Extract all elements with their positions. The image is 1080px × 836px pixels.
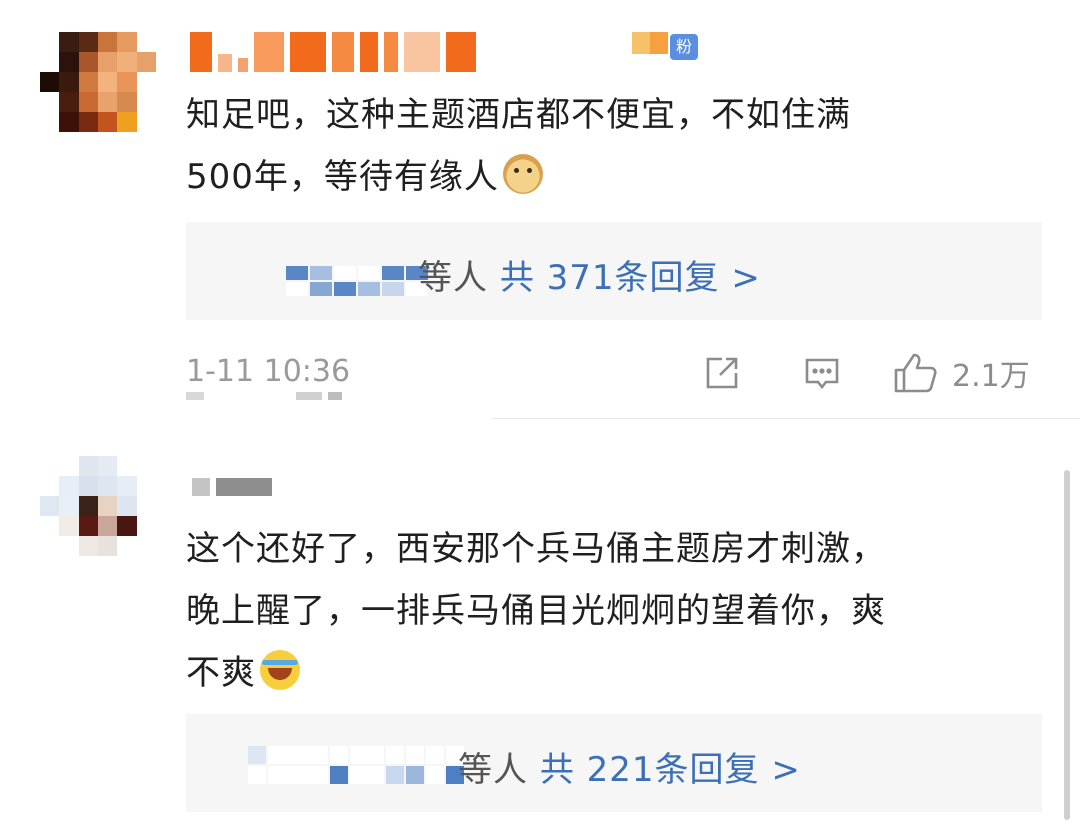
comment-text: 这个还好了，西安那个兵马俑主题房才刺激， 晚上醒了，一排兵马俑目光炯炯的望着你，… (186, 518, 1046, 704)
doge-emoji-icon (502, 154, 543, 194)
timestamp: 1-11 10:36 (186, 354, 351, 389)
view-replies-link[interactable]: 共 371条回复 > (500, 258, 761, 298)
username-mosaic[interactable] (190, 32, 476, 72)
reply-summary[interactable]: 等人 共 221条回复 > (458, 742, 801, 791)
share-button[interactable] (702, 350, 742, 396)
view-replies-link[interactable]: 共 221条回复 > (540, 750, 801, 790)
comment-meta: 1-11 10:36 2.1万 (186, 350, 1046, 400)
comment-text-line-content: 不爽 (186, 653, 256, 693)
reply-label: 等人 (458, 750, 528, 790)
scrollbar[interactable] (1064, 470, 1070, 820)
comment-icon (805, 358, 839, 390)
comment-text-line: 知足吧，这种主题酒店都不便宜，不如住满 (186, 95, 851, 135)
reply-summary[interactable]: 等人 共 371条回复 > (418, 250, 761, 299)
comment-text-line: 500年，等待有缘人 (186, 146, 1046, 208)
thumbs-up-icon (894, 353, 937, 393)
avatar[interactable] (40, 456, 156, 556)
comment-button[interactable] (802, 350, 842, 396)
fan-badge-mosaic (632, 32, 668, 54)
reply-label: 等人 (418, 258, 488, 298)
fan-badge: 粉 (670, 34, 699, 60)
avatar[interactable] (40, 32, 156, 132)
username-mosaic[interactable] (192, 478, 272, 496)
like-button[interactable]: 2.1万 (892, 350, 1030, 396)
location-mosaic (186, 392, 342, 400)
comment-text-line: 不爽 (186, 642, 1046, 704)
reply-preview-box[interactable]: 等人 共 371条回复 > (186, 222, 1042, 320)
comment-text-line: 这个还好了，西安那个兵马俑主题房才刺激， (186, 529, 886, 569)
laugh-cry-emoji-icon (260, 650, 300, 690)
like-count: 2.1万 (952, 359, 1030, 394)
comment-text: 知足吧，这种主题酒店都不便宜，不如住满 500年，等待有缘人 (186, 84, 1046, 208)
comment-text-line: 晚上醒了，一排兵马俑目光炯炯的望着你，爽 (186, 591, 886, 631)
divider (492, 418, 1080, 419)
reply-preview-box[interactable]: 等人 共 221条回复 > (186, 714, 1042, 812)
share-icon (706, 357, 738, 389)
reply-users-mosaic (286, 266, 428, 296)
comment-item: 粉 知足吧，这种主题酒店都不便宜，不如住满 500年，等待有缘人 等人 共 37… (0, 0, 1080, 420)
comment-text-line-content: 500年，等待有缘人 (186, 157, 499, 197)
reply-users-mosaic (248, 746, 464, 784)
